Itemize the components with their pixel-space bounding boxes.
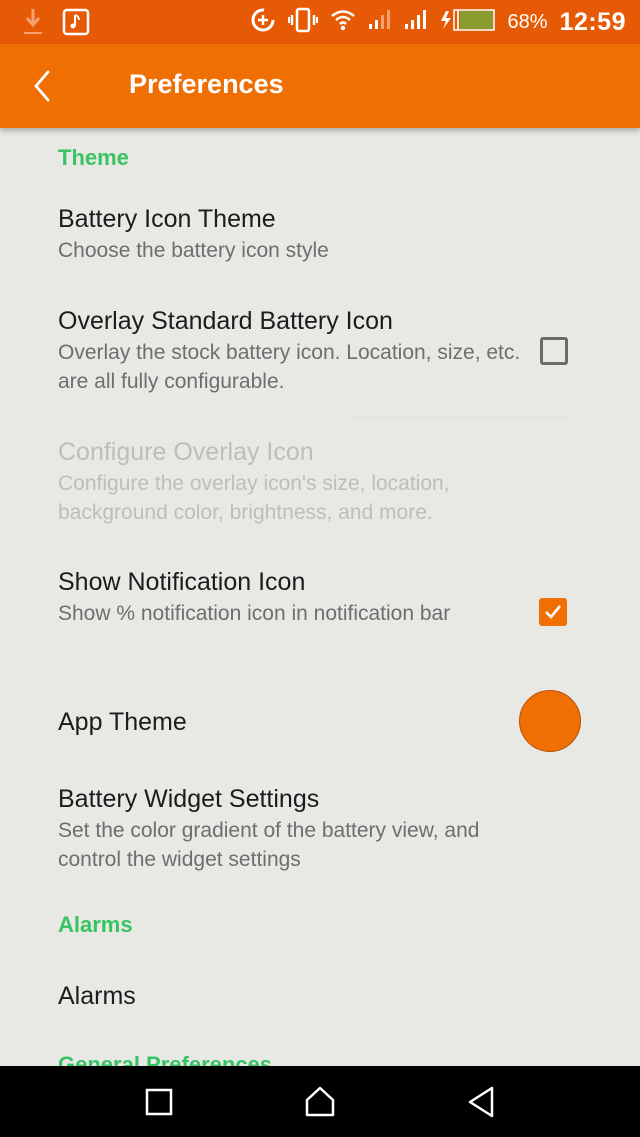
clock: 12:59 xyxy=(559,7,626,36)
pref-title: App Theme xyxy=(58,708,187,736)
pref-show-notification-icon[interactable]: Show Notification Icon Show % notificati… xyxy=(58,565,528,628)
pref-title: Battery Icon Theme xyxy=(58,205,276,233)
pref-overlay-standard-battery-icon[interactable]: Overlay Standard Battery Icon Overlay th… xyxy=(58,304,528,396)
signal-sim1-icon xyxy=(368,9,392,36)
pref-app-theme[interactable]: App Theme xyxy=(58,705,528,739)
pref-summary: Set the color gradient of the battery vi… xyxy=(58,819,480,871)
navigation-bar xyxy=(0,1066,640,1137)
battery-percent: 68% xyxy=(507,10,548,33)
section-header-alarms: Alarms xyxy=(58,912,133,937)
pref-summary: Configure the overlay icon's size, locat… xyxy=(58,472,450,524)
pref-battery-widget-settings[interactable]: Battery Widget Settings Set the color gr… xyxy=(58,782,528,874)
section-header-theme: Theme xyxy=(58,145,129,170)
pref-battery-icon-theme[interactable]: Battery Icon Theme Choose the battery ic… xyxy=(58,202,528,265)
status-bar: 68% 12:59 xyxy=(0,0,640,44)
preferences-list[interactable]: Theme Battery Icon Theme Choose the batt… xyxy=(0,128,640,1066)
pref-alarms[interactable]: Alarms xyxy=(58,979,528,1013)
check-icon xyxy=(545,605,562,619)
page-title: Preferences xyxy=(129,69,284,99)
section-header-general-preferences: General Preferences xyxy=(58,1052,273,1066)
overlay-standard-battery-icon-checkbox[interactable] xyxy=(540,337,568,365)
home-icon xyxy=(305,1086,335,1117)
wifi-icon xyxy=(330,8,356,37)
pref-title: Battery Widget Settings xyxy=(58,785,320,813)
back-nav-button[interactable] xyxy=(464,1084,500,1120)
pref-title: Alarms xyxy=(58,982,136,1010)
show-notification-icon-checkbox[interactable] xyxy=(539,598,567,626)
download-icon xyxy=(22,7,44,42)
pref-configure-overlay-icon: Configure Overlay Icon Configure the ove… xyxy=(58,435,528,527)
data-saver-icon xyxy=(250,7,276,38)
pref-summary: Overlay the stock battery icon. Location… xyxy=(58,341,521,393)
app-bar: Preferences xyxy=(0,44,640,128)
battery-icon xyxy=(440,8,496,37)
divider xyxy=(350,417,570,418)
pref-summary: Choose the battery icon style xyxy=(58,239,329,262)
home-button[interactable] xyxy=(302,1084,338,1120)
music-note-icon xyxy=(62,8,90,41)
pref-title: Show Notification Icon xyxy=(58,568,306,596)
pref-summary: Show % notification icon in notification… xyxy=(58,602,451,625)
recents-icon xyxy=(145,1088,173,1116)
vibrate-icon xyxy=(287,7,318,38)
signal-sim2-icon xyxy=(404,9,428,36)
recents-button[interactable] xyxy=(141,1084,177,1120)
app-theme-color-swatch[interactable] xyxy=(519,690,581,752)
pref-title: Configure Overlay Icon xyxy=(58,438,314,466)
pref-title: Overlay Standard Battery Icon xyxy=(58,307,393,335)
back-button[interactable] xyxy=(28,68,58,104)
chevron-left-icon xyxy=(34,70,50,102)
back-icon xyxy=(468,1086,494,1118)
